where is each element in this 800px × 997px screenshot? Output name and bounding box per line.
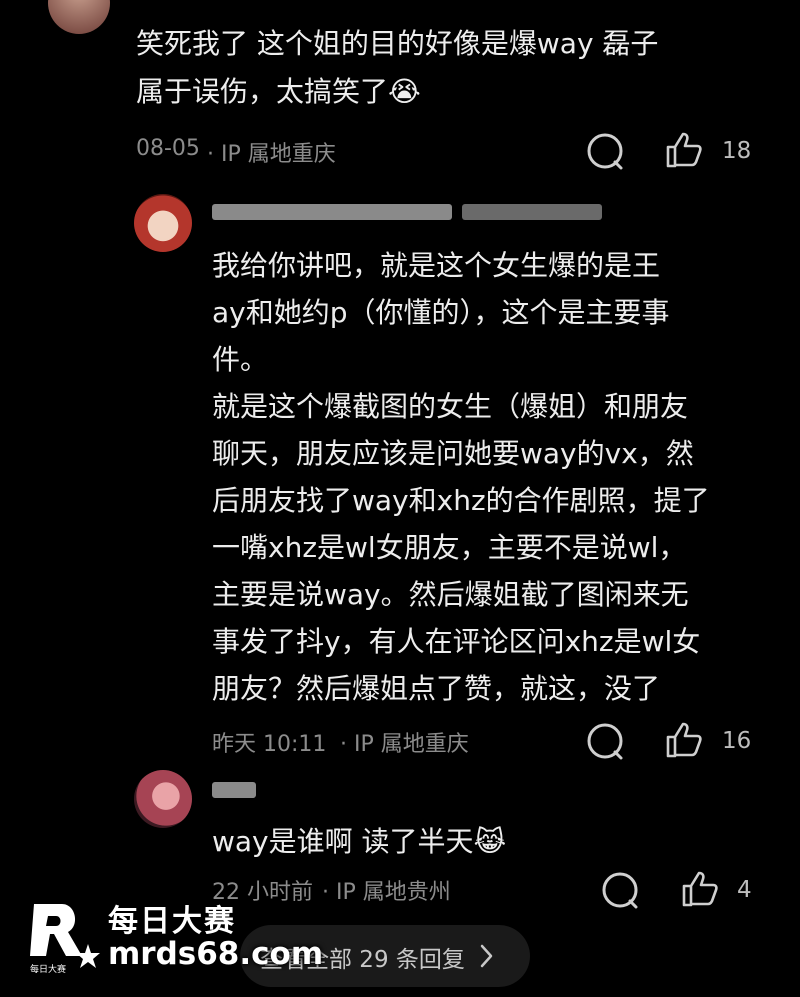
reply1-line: 朋友？然后爆姐点了赞，就这，没了 bbox=[212, 672, 661, 705]
reply1-line: 后朋友找了way和xhz的合作剧照，提了 bbox=[212, 484, 710, 517]
reply-bubble-icon[interactable] bbox=[585, 131, 625, 171]
top-commenter-avatar[interactable] bbox=[48, 0, 110, 34]
reply1-line: 聊天，朋友应该是问她要way的vx，然 bbox=[212, 437, 694, 470]
reply1-line: 件。 bbox=[212, 343, 269, 376]
top-comment-like-count: 18 bbox=[722, 138, 752, 164]
reply2-avatar[interactable] bbox=[134, 770, 192, 828]
top-comment-line2: 属于误伤，太搞笑了😭 bbox=[136, 75, 421, 108]
reply2-like-count: 4 bbox=[737, 877, 752, 903]
reply1-time: 昨天 10:11 bbox=[212, 732, 327, 757]
reply1-ip: · IP 属地重庆 bbox=[340, 732, 469, 757]
reply1-line: 主要是说way。然后爆姐截了图闲来无 bbox=[212, 578, 689, 611]
reply1-line: 事发了抖y，有人在评论区问xhz是wl女 bbox=[212, 625, 701, 658]
site-logo-r-star: 每日大赛 bbox=[30, 904, 100, 975]
like-thumb-icon[interactable] bbox=[664, 130, 704, 170]
logo-caption: 每日大赛 bbox=[30, 963, 66, 975]
like-thumb-icon[interactable] bbox=[680, 869, 720, 909]
watermark-url: mrds68.com bbox=[108, 936, 324, 972]
reply2-ip: · IP 属地贵州 bbox=[322, 880, 451, 905]
watermark-title: 每日大赛 bbox=[108, 904, 236, 939]
reply1-line: 就是这个爆截图的女生（爆姐）和朋友 bbox=[212, 390, 689, 423]
reply-bubble-icon[interactable] bbox=[585, 721, 625, 761]
top-comment-time: 08-05 bbox=[136, 136, 200, 161]
reply-bubble-icon[interactable] bbox=[600, 870, 640, 910]
reply1-avatar[interactable] bbox=[134, 194, 192, 252]
reply1-line: 一嘴xhz是wl女朋友，主要不是说wl， bbox=[212, 531, 687, 564]
top-comment-ip: · IP 属地重庆 bbox=[207, 142, 336, 167]
reply2-text: way是谁啊 读了半天😹 bbox=[212, 825, 507, 858]
reply1-like-count: 16 bbox=[722, 728, 752, 754]
top-comment-line1: 笑死我了 这个姐的目的好像是爆way 磊子 bbox=[136, 27, 659, 60]
like-thumb-icon[interactable] bbox=[664, 720, 704, 760]
reply1-line: ay和她约p（你懂的），这个是主要事 bbox=[212, 296, 670, 329]
chevron-right-icon bbox=[480, 944, 493, 968]
reply2-username-blurred[interactable] bbox=[212, 778, 272, 802]
reply1-username-blurred[interactable] bbox=[212, 200, 612, 224]
reply1-line: 我给你讲吧，就是这个女生爆的是王 bbox=[212, 249, 661, 282]
